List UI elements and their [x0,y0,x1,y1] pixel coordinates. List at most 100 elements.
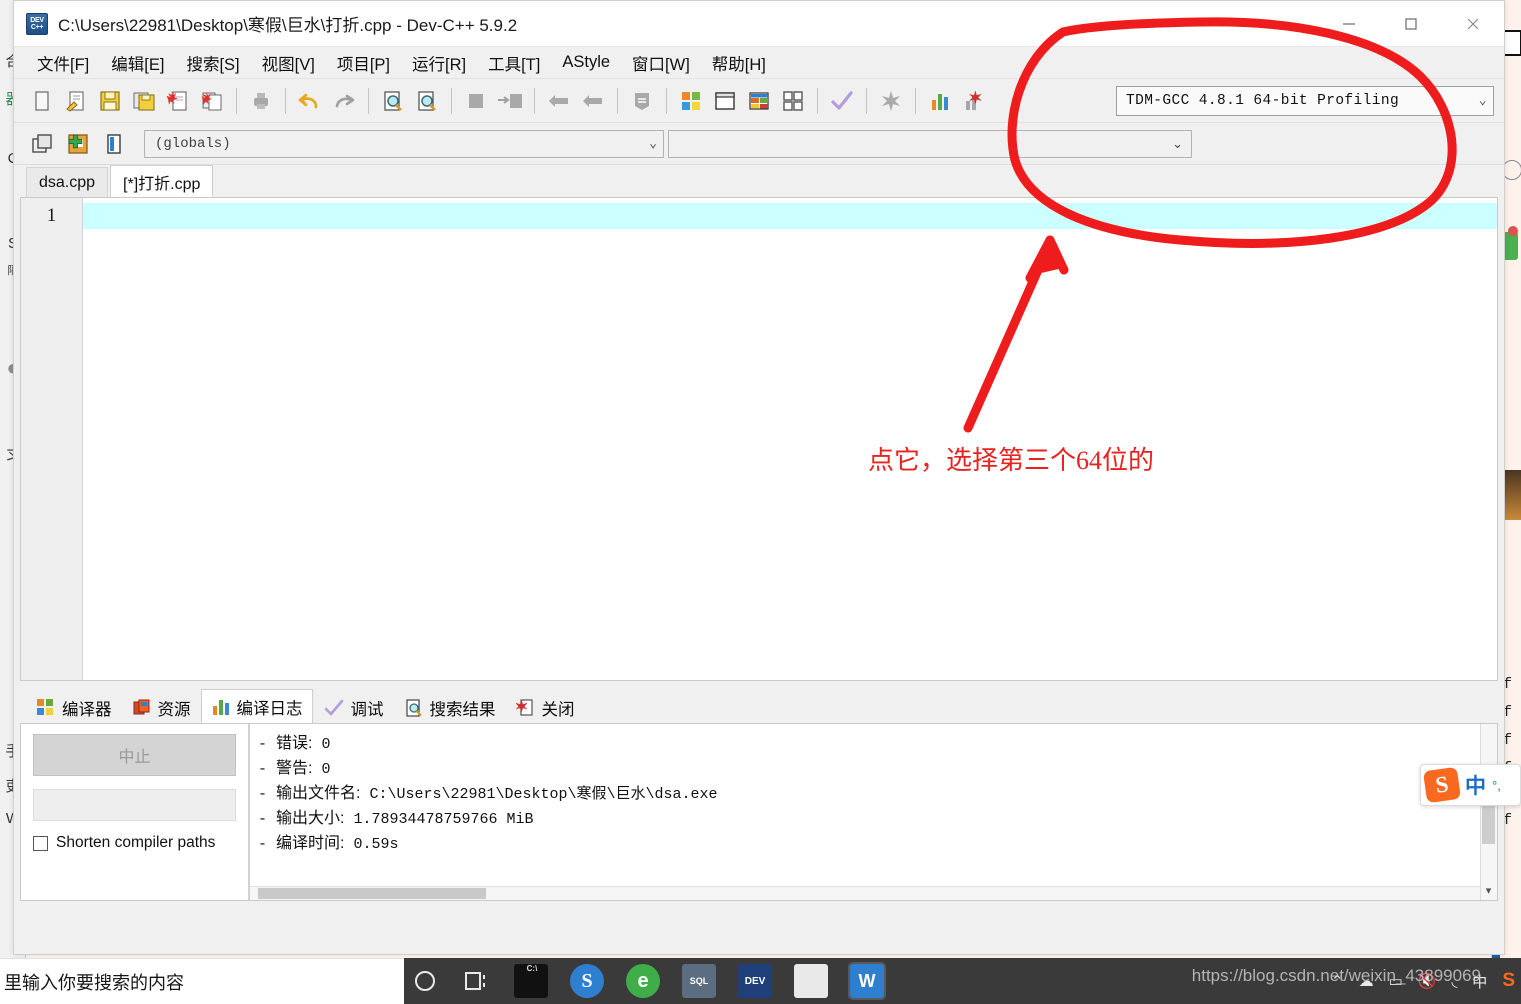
menu-item-file[interactable]: 文件[F] [26,48,100,78]
find-next-icon[interactable] [411,85,443,117]
sogou-ime-bar[interactable]: S 中 °, [1420,764,1521,806]
step-icon[interactable] [494,85,526,117]
ime-punctuation-indicator[interactable]: °, [1492,778,1501,793]
menu-item-help[interactable]: 帮助[H] [701,48,777,78]
compile-controls: 中止 Shorten compiler paths [21,724,249,900]
menu-item-search[interactable]: 搜索[S] [175,48,250,78]
code-editor[interactable]: 1 [20,197,1498,681]
taskbar-app-360-browser[interactable]: e [626,964,660,998]
bottom-panel-body: 中止 Shorten compiler paths - 错误: 0 - 警告: … [20,723,1498,901]
save-file-icon[interactable] [94,85,126,117]
rebuild-all-icon[interactable] [777,85,809,117]
class-browser-icon[interactable] [98,128,130,160]
log-line: - 输出文件名: C:\Users\22981\Desktop\寒假\巨水\ds… [258,782,1487,807]
code-surface[interactable] [83,198,1497,680]
ime-mode-indicator[interactable]: 中 [1465,770,1486,800]
close-button[interactable] [1442,1,1504,47]
shorten-paths-row[interactable]: Shorten compiler paths [33,834,236,852]
panel-tab-label: 编译日志 [237,695,303,719]
taskbar-app-label: W [859,971,876,992]
log-value: C:\Users\22981\Desktop\寒假\巨水\dsa.exe [370,786,718,803]
syntax-check-icon[interactable] [826,85,858,117]
add-to-project-icon[interactable] [62,128,94,160]
panel-tab-resources[interactable]: 资源 [122,691,201,723]
find-group [377,85,443,117]
undo-icon[interactable] [294,85,326,117]
panel-tab-label: 关闭 [542,696,575,720]
log-value: 0.59s [354,836,399,853]
scope-combo[interactable]: (globals) ⌄ [144,130,664,158]
find-icon[interactable] [377,85,409,117]
compiler-select[interactable]: TDM-GCC 4.8.1 64-bit Profiling ⌄ [1116,86,1494,116]
minimize-button[interactable] [1318,1,1380,47]
taskbar-search-box[interactable]: 里输入你要搜索的内容 [0,958,404,1004]
member-combo[interactable]: ⌄ [668,130,1192,158]
stop-execution-icon[interactable] [875,85,907,117]
project-manager-icon[interactable] [26,128,58,160]
toolbar-separator [915,88,916,114]
menu-item-view[interactable]: 视图[V] [251,48,326,78]
sogou-tray-icon[interactable]: S [1502,970,1515,992]
log-vertical-scrollbar[interactable]: ▾ [1480,724,1497,900]
redo-icon[interactable] [328,85,360,117]
open-file-icon[interactable] [60,85,92,117]
abort-button[interactable]: 中止 [33,734,236,776]
debug-check-icon [323,698,345,718]
task-view-icon[interactable] [462,966,492,996]
taskbar-app-devcpp[interactable]: DEV [738,964,772,998]
taskbar-app-sogou-browser[interactable]: S [570,964,604,998]
forward-icon[interactable] [577,85,609,117]
close-all-icon[interactable] [196,85,228,117]
taskbar-app-sql[interactable]: SQL [682,964,716,998]
print-icon[interactable] [245,85,277,117]
taskbar-search-text: 里输入你要搜索的内容 [0,969,184,995]
panel-tab-compiler[interactable]: 编译器 [26,691,122,723]
toolbar-separator [817,88,818,114]
menu-item-astyle[interactable]: AStyle [551,50,621,75]
log-dash: - [258,786,267,803]
shorten-paths-checkbox[interactable] [33,836,48,851]
taskbar-app-office[interactable] [794,964,828,998]
panel-tab-search-results[interactable]: 搜索结果 [394,691,506,723]
debug-icon[interactable] [958,85,990,117]
toggle-bookmark-icon[interactable] [626,85,658,117]
panel-tab-compile-log[interactable]: 编译日志 [201,689,313,723]
taskbar-app-label: e [637,970,648,993]
log-horizontal-scrollbar[interactable] [250,886,1480,900]
taskbar-app-cmd[interactable]: C:\ [514,964,548,998]
menu-item-window[interactable]: 窗口[W] [621,48,701,78]
goto-line-icon[interactable] [460,85,492,117]
sogou-logo-icon[interactable]: S [1423,767,1461,803]
menu-item-edit[interactable]: 编辑[E] [100,48,175,78]
panel-tab-label: 调试 [351,696,384,720]
taskbar-app-wps[interactable]: W [850,964,884,998]
new-file-icon[interactable] [26,85,58,117]
log-line: - 警告: 0 [258,757,1487,782]
log-label: 警告: [276,760,312,777]
save-all-icon[interactable] [128,85,160,117]
menu-item-project[interactable]: 项目[P] [326,48,401,78]
log-label: 错误: [276,735,312,752]
compile-icon[interactable] [675,85,707,117]
current-line-highlight [83,203,1497,229]
chevron-down-icon[interactable]: ▾ [1481,883,1496,898]
log-line: - 输出大小: 1.78934478759766 MiB [258,807,1487,832]
editor-tab-dsa[interactable]: dsa.cpp [26,167,108,197]
maximize-button[interactable] [1380,1,1442,47]
editor-tab-dazhe[interactable]: [*]打折.cpp [110,165,213,197]
cortana-search-icon[interactable] [410,966,440,996]
close-file-icon[interactable] [162,85,194,117]
nav-group [543,85,609,117]
compile-run-icon[interactable] [743,85,775,117]
toolbar-separator [285,88,286,114]
log-hscroll-thumb[interactable] [258,888,486,899]
run-icon[interactable] [709,85,741,117]
file-toolbar-group [26,85,228,117]
profile-icon[interactable] [924,85,956,117]
compile-log-output[interactable]: - 错误: 0 - 警告: 0 - 输出文件名: C:\Users\22981\… [249,724,1497,900]
panel-tab-debug[interactable]: 调试 [313,691,394,723]
back-icon[interactable] [543,85,575,117]
panel-tab-close[interactable]: 关闭 [506,691,585,723]
menu-item-tools[interactable]: 工具[T] [477,48,551,78]
menu-item-run[interactable]: 运行[R] [401,48,477,78]
